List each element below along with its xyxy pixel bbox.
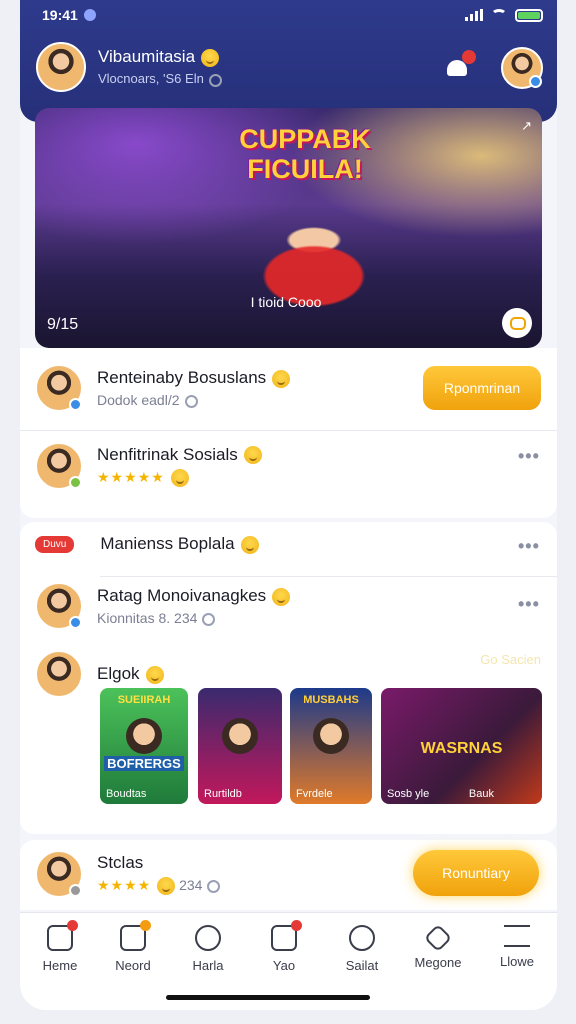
smile-emoji-icon (201, 48, 220, 67)
smile-emoji-icon (157, 877, 176, 896)
notes-icon (120, 920, 151, 951)
header-avatar[interactable] (501, 47, 543, 89)
card-icon (271, 920, 302, 951)
thumbnail-caption: Fvrdele (296, 788, 333, 800)
check-icon (184, 394, 198, 408)
person-image (313, 718, 349, 754)
hero-banner[interactable]: CUPPABK FICUILA! ↗ I tioid Cooo 9/15 (35, 108, 542, 348)
nav-item-search[interactable]: Sailat (332, 925, 392, 973)
menu-icon (504, 925, 530, 947)
hero-title: CUPPABK FICUILA! (239, 124, 371, 184)
list-item[interactable]: Nenfitrinak Sosials ★★★★★ (35, 442, 545, 490)
avatar[interactable] (35, 364, 83, 412)
battery-icon (515, 8, 543, 22)
avatar[interactable] (35, 442, 83, 490)
item-title: Nenfitrinak Sosials (97, 444, 238, 464)
status-bar: 19:41 (42, 6, 543, 24)
app-header: 19:41 Vibaumitasia Vlocnoars, 'S6 Eln (20, 0, 557, 122)
thumbnail-caption: Bauk (468, 788, 494, 800)
feed-card: Duvu Manienss Boplala ••• Ratag Monoivan… (20, 522, 557, 834)
status-time: 19:41 (42, 7, 78, 23)
smile-emoji-icon (243, 446, 262, 465)
rating-stars: ★★★★ (97, 876, 152, 893)
divider (100, 576, 557, 577)
item-title: Stclas (97, 852, 144, 872)
nav-item-home[interactable]: Heme (30, 920, 90, 973)
notification-badge (462, 50, 476, 64)
smile-emoji-icon (272, 587, 291, 606)
more-options-icon[interactable]: ••• (518, 446, 540, 467)
item-subtitle: Kionnitas 8. 234 (97, 610, 198, 626)
nav-item-star[interactable]: Megone (408, 923, 468, 970)
recommend-button[interactable]: Rponmrinan (423, 366, 541, 410)
avatar[interactable] (35, 650, 83, 698)
person-image (222, 718, 258, 754)
clock-icon (207, 879, 221, 893)
avatar[interactable] (35, 850, 83, 898)
feed-card: Renteinaby Bosuslans Dodok eadl/2 Rponmr… (20, 348, 557, 518)
person-image (126, 718, 162, 754)
thumbnail-caption: Boudtas (106, 788, 147, 800)
chat-bubble-icon[interactable] (502, 308, 532, 338)
star-icon (423, 923, 453, 953)
nav-item-card[interactable]: Yao (254, 920, 314, 973)
divider (20, 430, 557, 431)
location-icon (83, 9, 96, 21)
avatar[interactable] (36, 42, 86, 92)
item-title: Ratag Monoivanagkes (97, 586, 267, 605)
item-title: Manienss Boplala (100, 534, 235, 553)
profile-subtitle: Vlocnoars, 'S6 Eln (98, 71, 204, 87)
check-icon (202, 612, 216, 626)
profile-name: Vibaumitasia (98, 47, 196, 67)
media-thumbnail[interactable]: MUSBAHS Fvrdele (290, 688, 372, 804)
hero-caption: I tioid Cooo (250, 294, 322, 310)
signal-icon (465, 9, 483, 21)
home-icon (47, 920, 78, 951)
check-icon (208, 73, 222, 87)
smile-emoji-icon (170, 469, 189, 488)
hero-counter: 9/15 (47, 316, 79, 333)
more-options-icon[interactable]: ••• (518, 536, 540, 557)
nav-item-notes[interactable]: Neord (103, 920, 163, 973)
search-icon (349, 925, 375, 951)
user-profile[interactable]: Vibaumitasia Vlocnoars, 'S6 Eln (36, 42, 222, 92)
media-thumbnail[interactable]: WASRNAS Sosb yle Bauk (381, 688, 542, 804)
item-title: Renteinaby Bosuslans (97, 368, 267, 387)
primary-action-button[interactable]: Ronuntiary (413, 850, 539, 896)
media-thumbnail[interactable]: Rurtildb (198, 688, 282, 804)
smile-emoji-icon (145, 665, 164, 684)
status-badge: Duvu (35, 535, 75, 553)
expand-icon[interactable]: ↗ (521, 118, 532, 134)
home-indicator[interactable] (166, 995, 370, 1000)
wifi-icon (491, 9, 507, 21)
smile-emoji-icon (240, 535, 259, 554)
bottom-card: Stclas ★★★★ 234 Ronuntiary (20, 840, 557, 910)
thumbnail-caption: Rurtildb (204, 788, 242, 800)
app-screen: 19:41 Vibaumitasia Vlocnoars, 'S6 Eln CU… (20, 0, 557, 1010)
thumbnail-caption: Sosb yle (387, 788, 430, 800)
list-item[interactable]: Duvu Manienss Boplala (35, 534, 545, 554)
rating-stars: ★★★★★ (97, 468, 165, 485)
media-thumbnail[interactable]: SUEIIRAH BOFRERGS Boudtas (100, 688, 188, 804)
item-subtitle: Dodok eadl/2 (97, 392, 180, 408)
more-options-icon[interactable]: ••• (518, 594, 540, 615)
smile-emoji-icon (272, 369, 291, 388)
notification-bell-icon[interactable] (444, 50, 476, 82)
item-title: Elgok (97, 664, 140, 683)
nav-item-chat[interactable]: Harla (178, 925, 238, 973)
chat-icon (195, 925, 221, 951)
nav-item-menu[interactable]: Llowe (487, 925, 547, 969)
rating-count: 234 (179, 876, 203, 893)
list-item[interactable]: Ratag Monoivanagkes Kionnitas 8. 234 (35, 582, 545, 630)
avatar[interactable] (35, 582, 83, 630)
muted-label: Go Sacien (480, 652, 541, 667)
